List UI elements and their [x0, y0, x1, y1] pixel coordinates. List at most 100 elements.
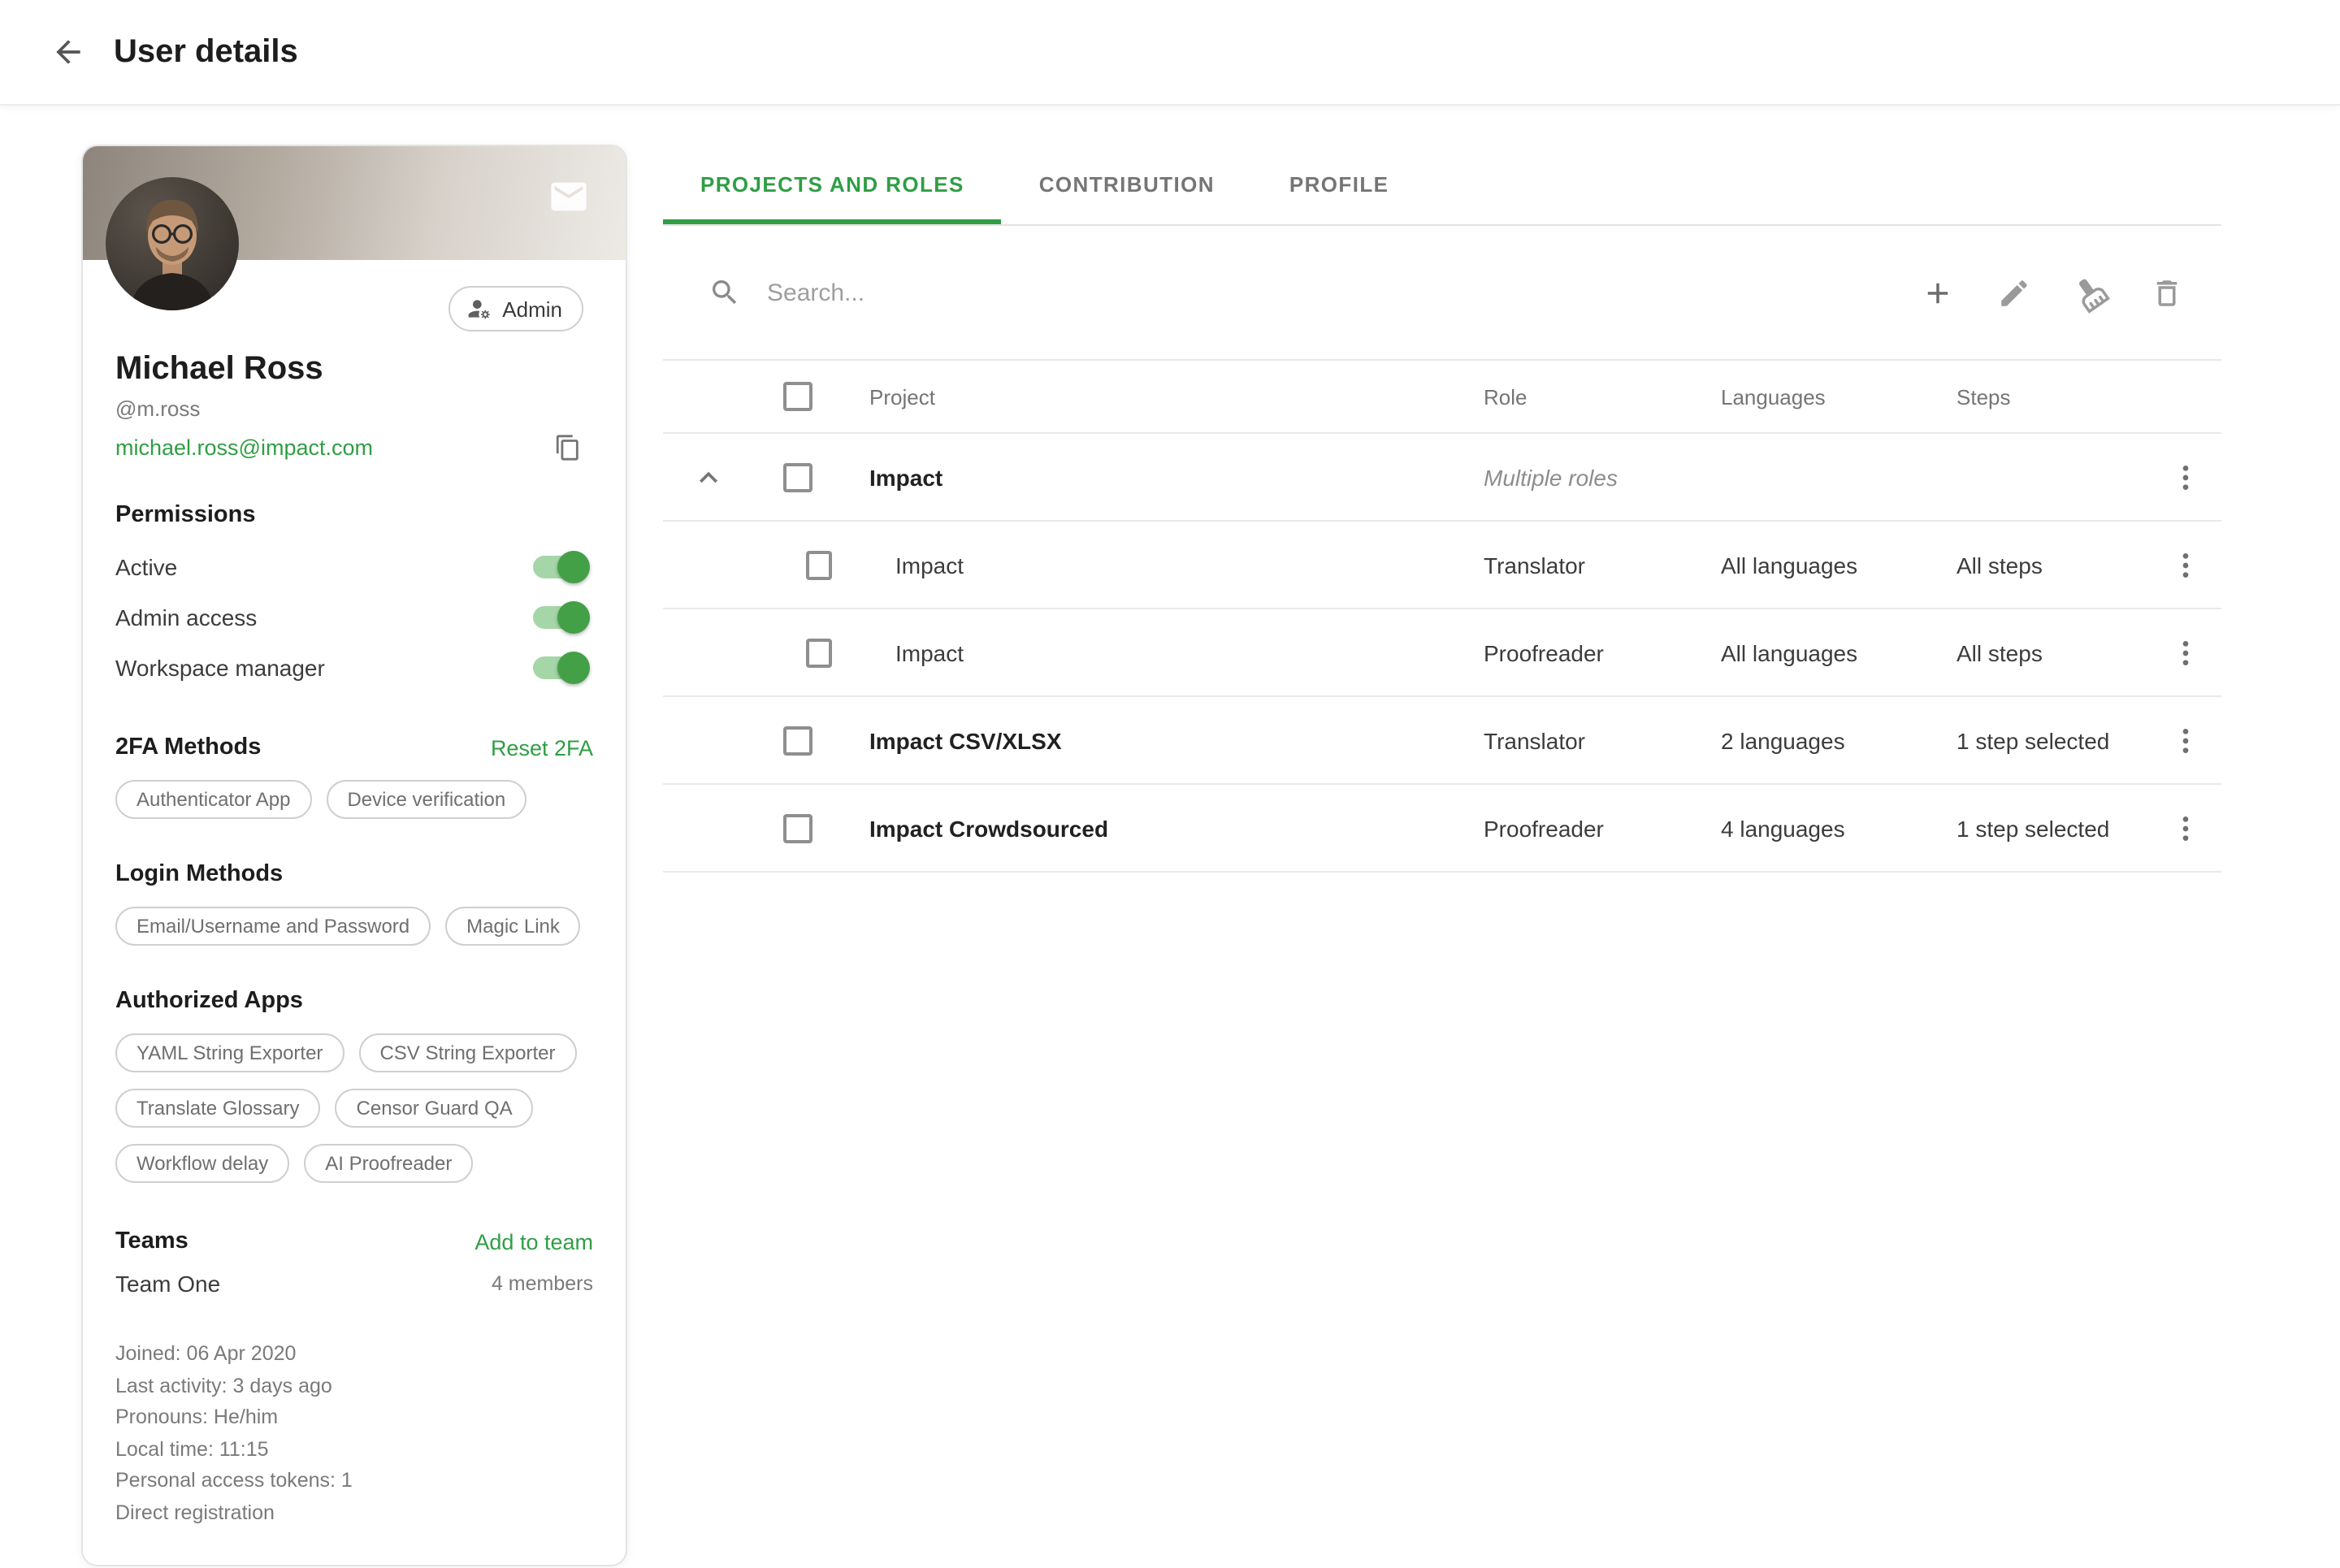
- languages-value: All languages: [1703, 639, 1939, 665]
- row-checkbox[interactable]: [806, 550, 832, 579]
- toggle-workspace-manager[interactable]: [531, 651, 590, 683]
- table-row[interactable]: Impact Multiple roles: [663, 434, 2221, 522]
- toggle-label-workspace-manager: Workspace manager: [115, 654, 325, 680]
- row-menu-button[interactable]: [2169, 724, 2202, 756]
- collapse-row-button[interactable]: [691, 459, 726, 495]
- meta-joined: Joined: 06 Apr 2020: [115, 1339, 593, 1371]
- add-to-team-link[interactable]: Add to team: [474, 1229, 593, 1254]
- meta-local-time: Local time: 11:15: [115, 1434, 593, 1466]
- twofa-title: 2FA Methods: [115, 734, 261, 760]
- column-header-languages: Languages: [1703, 384, 1939, 409]
- avatar-image: [106, 177, 239, 310]
- delete-button[interactable]: [2137, 263, 2195, 322]
- meta-registration: Direct registration: [115, 1497, 593, 1529]
- team-name: Team One: [115, 1271, 220, 1297]
- toggle-admin-access[interactable]: [531, 600, 590, 633]
- steps-value: All steps: [1939, 639, 2150, 665]
- table-row[interactable]: Impact Crowdsourced Proofreader 4 langua…: [663, 785, 2221, 873]
- copy-email-button[interactable]: [551, 431, 583, 463]
- authorized-apps-title: Authorized Apps: [115, 988, 593, 1014]
- project-name: Impact CSV/XLSX: [832, 727, 1466, 753]
- add-icon: [1920, 275, 1954, 310]
- project-name: Impact: [832, 639, 1466, 665]
- twofa-chip: Device verification: [326, 780, 526, 819]
- column-header-role: Role: [1466, 384, 1703, 409]
- edit-button[interactable]: [1984, 263, 2043, 322]
- user-username: @m.ross: [115, 396, 593, 421]
- row-checkbox[interactable]: [783, 813, 812, 842]
- languages-value: 4 languages: [1703, 815, 1939, 841]
- login-method-chip: Email/Username and Password: [115, 907, 431, 946]
- steps-value: 1 step selected: [1939, 815, 2150, 841]
- tab-contribution[interactable]: CONTRIBUTION: [1002, 143, 1252, 224]
- search-input[interactable]: [764, 277, 1908, 308]
- user-profile-card: Admin Michael Ross @m.ross michael.ross@…: [81, 145, 627, 1566]
- login-method-chip: Magic Link: [445, 907, 581, 946]
- top-bar: User details: [0, 0, 2340, 104]
- authorized-app-chip: CSV String Exporter: [358, 1033, 576, 1072]
- authorized-app-chip: Censor Guard QA: [336, 1089, 534, 1128]
- login-methods-title: Login Methods: [115, 861, 593, 887]
- team-row[interactable]: Team One 4 members: [115, 1271, 593, 1297]
- role-value: Translator: [1466, 727, 1703, 753]
- tab-profile[interactable]: PROFILE: [1252, 143, 1427, 224]
- authorized-app-chip: YAML String Exporter: [115, 1033, 344, 1072]
- user-email-link[interactable]: michael.ross@impact.com: [115, 435, 373, 459]
- languages-value: All languages: [1703, 552, 1939, 578]
- permissions-title: Permissions: [115, 502, 593, 528]
- column-header-project: Project: [832, 384, 1466, 409]
- twofa-chip: Authenticator App: [115, 780, 311, 819]
- reset-2fa-link[interactable]: Reset 2FA: [491, 735, 593, 760]
- search-icon: [708, 276, 741, 309]
- page-title: User details: [114, 33, 298, 71]
- meta-pronouns: Pronouns: He/him: [115, 1402, 593, 1434]
- steps-value: 1 step selected: [1939, 727, 2150, 753]
- table-row[interactable]: Impact CSV/XLSX Translator 2 languages 1…: [663, 697, 2221, 785]
- row-menu-button[interactable]: [2169, 636, 2202, 669]
- user-details-page: User details: [0, 0, 2340, 1568]
- teams-title: Teams: [115, 1228, 188, 1254]
- table-row[interactable]: Impact Translator All languages All step…: [663, 522, 2221, 609]
- row-checkbox[interactable]: [783, 462, 812, 492]
- role-value: Translator: [1466, 552, 1703, 578]
- authorized-app-chip: Workflow delay: [115, 1144, 289, 1183]
- row-checkbox[interactable]: [783, 726, 812, 755]
- clean-button[interactable]: [2060, 263, 2119, 322]
- permission-row-active: Active: [115, 541, 593, 591]
- copy-icon: [553, 433, 581, 461]
- languages-value: 2 languages: [1703, 727, 1939, 753]
- permission-row-workspace-manager: Workspace manager: [115, 642, 593, 692]
- steps-value: All steps: [1939, 552, 2150, 578]
- user-meta-block: Joined: 06 Apr 2020 Last activity: 3 day…: [115, 1339, 593, 1529]
- team-members-count: 4 members: [492, 1272, 593, 1295]
- meta-last-activity: Last activity: 3 days ago: [115, 1371, 593, 1402]
- table-row[interactable]: Impact Proofreader All languages All ste…: [663, 609, 2221, 697]
- toggle-label-active: Active: [115, 553, 177, 579]
- send-email-button[interactable]: [548, 175, 590, 218]
- toggle-active[interactable]: [531, 550, 590, 583]
- back-button[interactable]: [39, 23, 98, 81]
- mail-icon: [548, 175, 590, 218]
- user-name: Michael Ross: [115, 351, 593, 388]
- manage-accounts-icon: [466, 296, 492, 322]
- row-menu-button[interactable]: [2169, 812, 2202, 844]
- tab-projects-and-roles[interactable]: PROJECTS AND ROLES: [663, 143, 1002, 224]
- project-name: Impact Crowdsourced: [832, 815, 1466, 841]
- role-value: Multiple roles: [1466, 464, 1703, 490]
- tab-bar: PROJECTS AND ROLES CONTRIBUTION PROFILE: [663, 143, 2221, 226]
- main-content: PROJECTS AND ROLES CONTRIBUTION PROFILE: [663, 143, 2221, 873]
- broom-icon: [2066, 269, 2113, 316]
- edit-icon: [1996, 275, 2030, 310]
- row-checkbox[interactable]: [806, 638, 832, 667]
- row-menu-button[interactable]: [2169, 461, 2202, 493]
- table-toolbar: [663, 226, 2221, 361]
- row-menu-button[interactable]: [2169, 548, 2202, 581]
- authorized-app-chip: AI Proofreader: [304, 1144, 473, 1183]
- add-button[interactable]: [1908, 263, 1966, 322]
- table-header-row: Project Role Languages Steps: [663, 361, 2221, 434]
- arrow-left-icon: [50, 34, 86, 70]
- select-all-checkbox[interactable]: [783, 382, 812, 411]
- permission-row-admin-access: Admin access: [115, 591, 593, 642]
- meta-access-tokens: Personal access tokens: 1: [115, 1466, 593, 1497]
- role-value: Proofreader: [1466, 639, 1703, 665]
